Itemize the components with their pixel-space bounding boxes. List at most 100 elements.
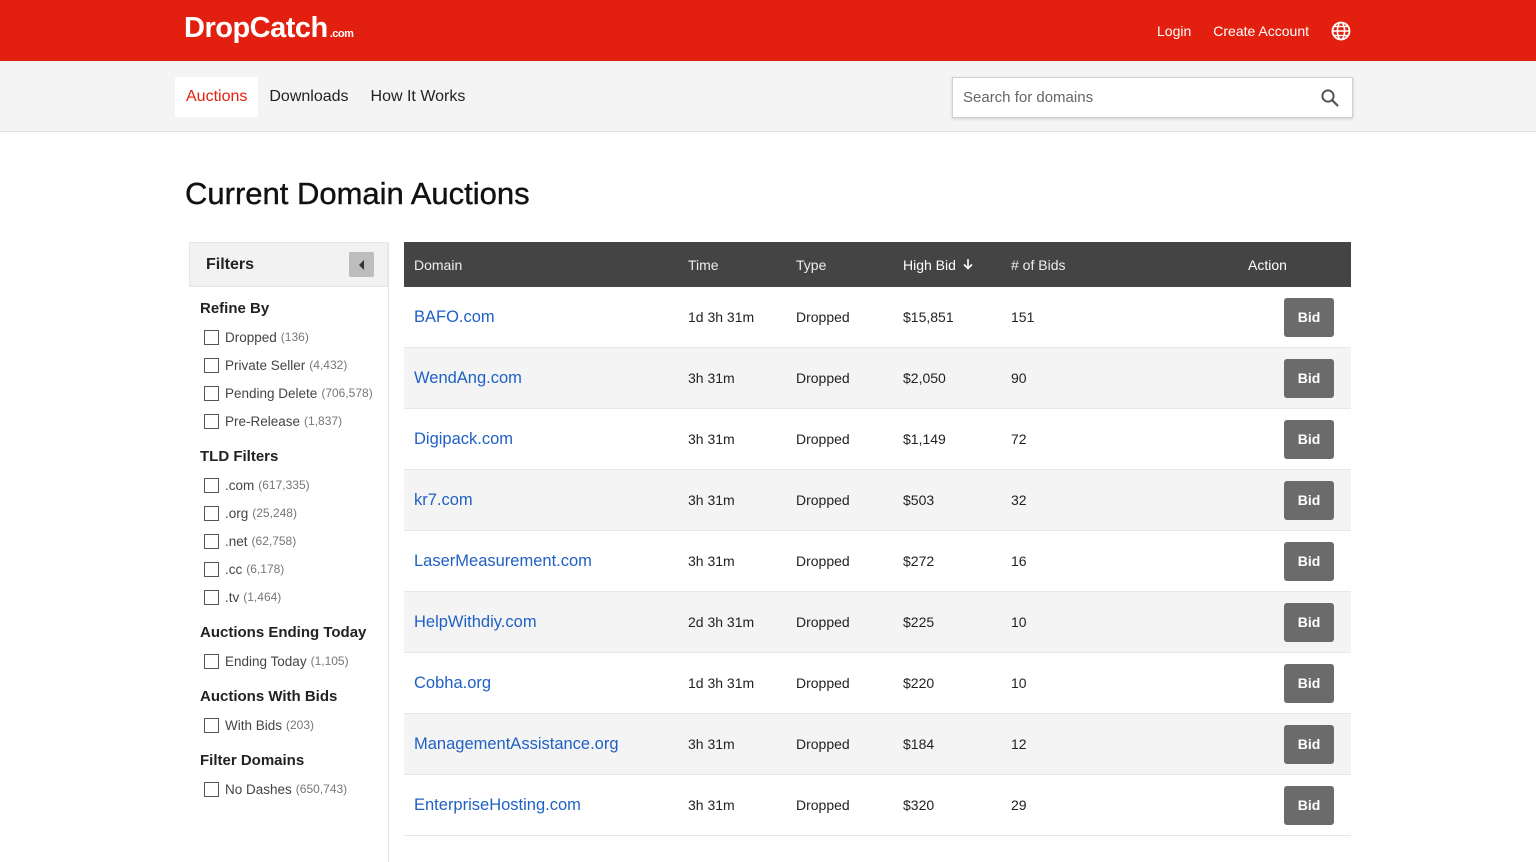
filter-option[interactable]: Pre-Release (1,837) bbox=[200, 407, 388, 435]
filter-group-title: Refine By bbox=[200, 300, 270, 317]
bid-button[interactable]: Bid bbox=[1284, 297, 1334, 337]
domain-link[interactable]: kr7.com bbox=[414, 491, 473, 510]
filter-option[interactable]: With Bids (203) bbox=[200, 711, 388, 739]
filter-group: TLD Filters .com (617,335) .org (25,248) .net… bbox=[189, 448, 388, 611]
time-cell: 3h 31m bbox=[688, 431, 735, 447]
filter-label: With Bids bbox=[225, 717, 283, 733]
time-cell: 3h 31m bbox=[688, 370, 735, 386]
filter-label: Pre-Release bbox=[225, 413, 301, 429]
filter-label: Pending Delete bbox=[225, 385, 318, 401]
filter-checkbox[interactable] bbox=[204, 533, 219, 549]
filter-checkbox[interactable] bbox=[204, 717, 219, 733]
domain-link[interactable]: LaserMeasurement.com bbox=[414, 552, 592, 571]
time-cell: 3h 31m bbox=[688, 492, 735, 508]
filter-label: Dropped bbox=[225, 329, 277, 345]
filter-checkbox[interactable] bbox=[204, 781, 219, 797]
filter-option[interactable]: No Dashes (650,743) bbox=[200, 775, 388, 803]
filter-option[interactable]: Ending Today (1,105) bbox=[200, 647, 388, 675]
login-link[interactable]: Login bbox=[1157, 23, 1191, 39]
main-nav: Auctions Downloads How It Works bbox=[0, 61, 1536, 132]
col-domain[interactable]: Domain bbox=[414, 257, 462, 273]
filter-option[interactable]: .com (617,335) bbox=[200, 471, 388, 499]
filter-checkbox[interactable] bbox=[204, 653, 219, 669]
top-bar: DropCatch .com Login Create Account bbox=[0, 0, 1536, 61]
filter-label: .cc bbox=[225, 561, 243, 577]
filter-checkbox[interactable] bbox=[204, 477, 219, 493]
table-row: HelpWithdiy.com 2d 3h 31m Dropped $225 10 Bid bbox=[404, 592, 1351, 653]
bid-button[interactable]: Bid bbox=[1284, 480, 1334, 520]
collapse-filters-button[interactable] bbox=[349, 252, 374, 277]
filter-checkbox[interactable] bbox=[204, 589, 219, 605]
filters-title: Filters bbox=[206, 255, 255, 273]
table-row: LaserMeasurement.com 3h 31m Dropped $272 16 B… bbox=[404, 531, 1351, 592]
filter-label: .net bbox=[225, 533, 248, 549]
filter-option[interactable]: .net (62,758) bbox=[200, 527, 388, 555]
bid-button[interactable]: Bid bbox=[1284, 785, 1334, 825]
bid-button[interactable]: Bid bbox=[1284, 419, 1334, 459]
high-bid-cell: $320 bbox=[903, 797, 935, 813]
filter-label: .com bbox=[225, 477, 255, 493]
high-bid-cell: $272 bbox=[903, 553, 935, 569]
bid-button[interactable]: Bid bbox=[1284, 358, 1334, 398]
col-high-bid[interactable]: High Bid bbox=[903, 257, 974, 273]
filter-checkbox[interactable] bbox=[204, 505, 219, 521]
create-account-link[interactable]: Create Account bbox=[1213, 23, 1309, 39]
dropcatch-logo[interactable]: DropCatch .com bbox=[184, 12, 354, 45]
num-bids-cell: 16 bbox=[1011, 553, 1027, 569]
filter-label: .tv bbox=[225, 589, 240, 605]
col-num-bids[interactable]: # of Bids bbox=[1011, 257, 1065, 273]
filter-checkbox[interactable] bbox=[204, 385, 219, 401]
top-links: Login Create Account bbox=[1157, 0, 1351, 61]
domain-link[interactable]: HelpWithdiy.com bbox=[414, 613, 537, 632]
filter-option[interactable]: .org (25,248) bbox=[200, 499, 388, 527]
tab-auctions[interactable]: Auctions bbox=[175, 77, 259, 117]
filter-checkbox[interactable] bbox=[204, 329, 219, 345]
high-bid-cell: $503 bbox=[903, 492, 935, 508]
filter-label: No Dashes bbox=[225, 781, 292, 797]
time-cell: 2d 3h 31m bbox=[688, 614, 755, 630]
filter-option[interactable]: Private Seller (4,432) bbox=[200, 351, 388, 379]
filter-group: Filter Domains No Dashes (650,743) bbox=[189, 752, 388, 803]
filter-group-title: TLD Filters bbox=[200, 448, 279, 465]
table-row: kr7.com 3h 31m Dropped $503 32 Bid bbox=[404, 470, 1351, 531]
bid-button[interactable]: Bid bbox=[1284, 602, 1334, 642]
filter-checkbox[interactable] bbox=[204, 357, 219, 373]
domain-link[interactable]: Cobha.org bbox=[414, 674, 491, 693]
type-cell: Dropped bbox=[796, 309, 850, 325]
filter-count: (203) bbox=[286, 718, 315, 732]
search-input[interactable] bbox=[953, 78, 1303, 117]
bid-button[interactable]: Bid bbox=[1284, 663, 1334, 703]
table-row: BAFO.com 1d 3h 31m Dropped $15,851 151 Bid bbox=[404, 287, 1351, 348]
filter-checkbox[interactable] bbox=[204, 561, 219, 577]
search-icon[interactable] bbox=[1320, 88, 1340, 108]
filter-group: Auctions With Bids With Bids (203) bbox=[189, 688, 388, 739]
table-header: Domain Time Type High Bid # of Bids Acti… bbox=[404, 242, 1351, 287]
domain-link[interactable]: EnterpriseHosting.com bbox=[414, 796, 581, 815]
domain-link[interactable]: BAFO.com bbox=[414, 308, 495, 327]
filter-label: Private Seller bbox=[225, 357, 306, 373]
filter-option[interactable]: .cc (6,178) bbox=[200, 555, 388, 583]
domain-link[interactable]: Digipack.com bbox=[414, 430, 513, 449]
filter-count: (4,432) bbox=[309, 358, 348, 372]
num-bids-cell: 12 bbox=[1011, 736, 1027, 752]
filter-option[interactable]: .tv (1,464) bbox=[200, 583, 388, 611]
domain-link[interactable]: ManagementAssistance.org bbox=[414, 735, 619, 754]
high-bid-cell: $220 bbox=[903, 675, 935, 691]
filter-group-title: Auctions With Bids bbox=[200, 688, 338, 705]
col-type[interactable]: Type bbox=[796, 257, 826, 273]
filter-group-title: Filter Domains bbox=[200, 752, 305, 769]
filter-checkbox[interactable] bbox=[204, 413, 219, 429]
domain-link[interactable]: WendAng.com bbox=[414, 369, 522, 388]
bid-button[interactable]: Bid bbox=[1284, 541, 1334, 581]
filter-option[interactable]: Dropped (136) bbox=[200, 323, 388, 351]
filter-option[interactable]: Pending Delete (706,578) bbox=[200, 379, 388, 407]
tab-how-it-works[interactable]: How It Works bbox=[360, 77, 477, 117]
num-bids-cell: 72 bbox=[1011, 431, 1027, 447]
tab-downloads[interactable]: Downloads bbox=[258, 77, 359, 117]
globe-icon[interactable] bbox=[1331, 21, 1351, 41]
col-time[interactable]: Time bbox=[688, 257, 719, 273]
filter-count: (1,105) bbox=[310, 654, 349, 668]
page-title: Current Domain Auctions bbox=[185, 176, 530, 211]
type-cell: Dropped bbox=[796, 797, 850, 813]
bid-button[interactable]: Bid bbox=[1284, 724, 1334, 764]
